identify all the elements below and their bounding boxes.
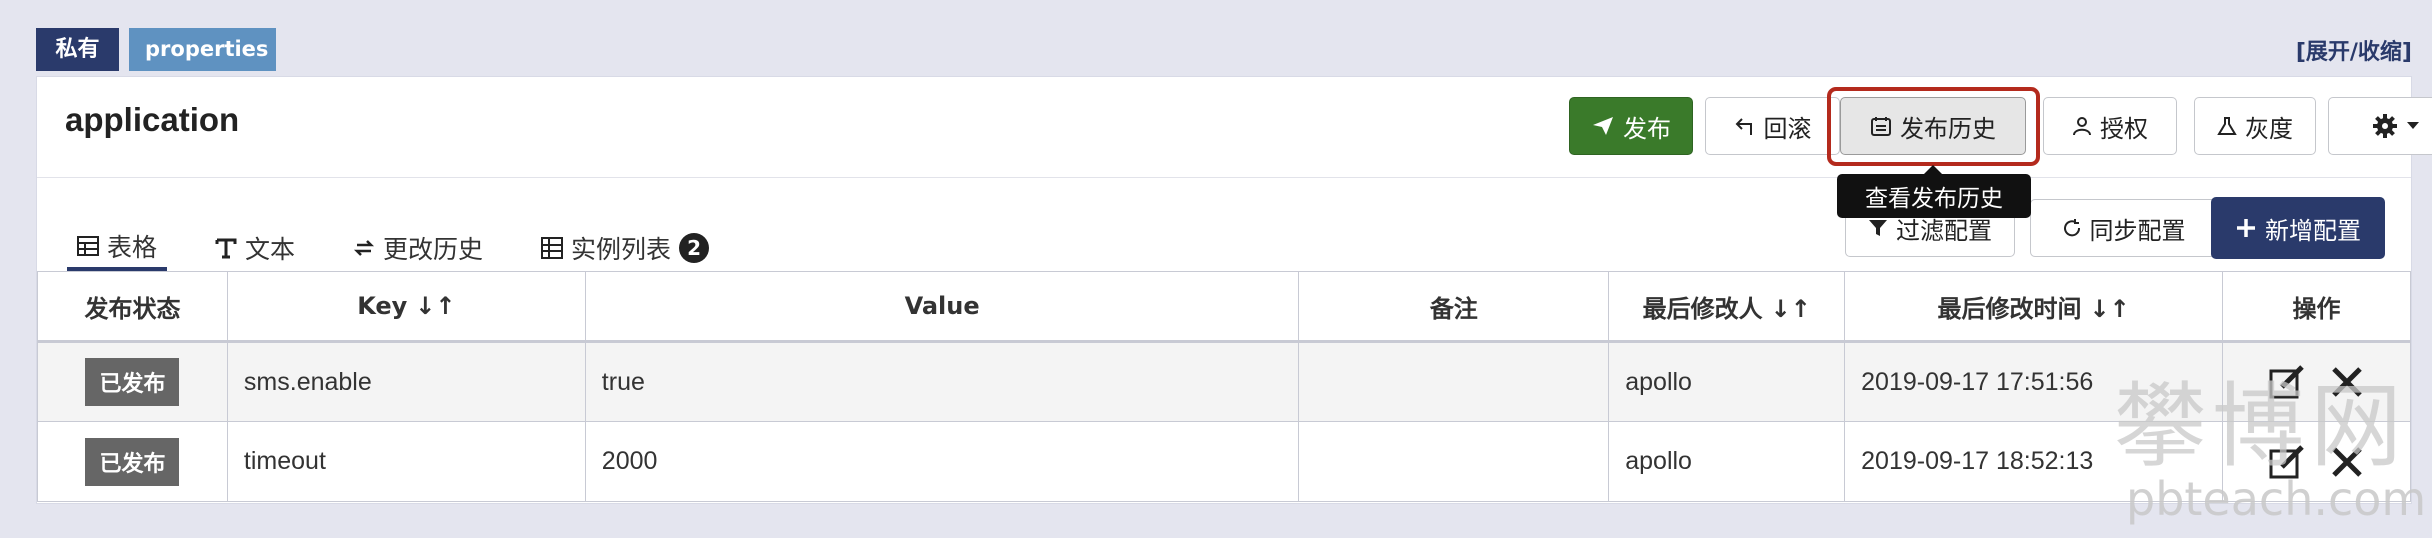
row-comment xyxy=(1298,421,1610,502)
authorize-label: 授权 xyxy=(2100,114,2148,143)
namespace-format-badge: properties xyxy=(129,28,276,71)
tab-change-history[interactable]: 更改历史 xyxy=(343,225,493,271)
flask-icon xyxy=(2217,117,2237,135)
table-row: 已发布 timeout 2000 apollo 2019-09-17 18:52… xyxy=(37,421,2412,502)
tab-table-label: 表格 xyxy=(107,233,158,262)
header-comment: 备注 xyxy=(1298,271,1610,343)
row-comment xyxy=(1298,341,1610,422)
header-modified-time[interactable]: 最后修改时间 ↓↑ xyxy=(1844,271,2223,343)
add-config-button[interactable]: 新增配置 xyxy=(2211,197,2385,259)
header-operation: 操作 xyxy=(2221,271,2412,343)
release-label: 发布 xyxy=(1623,114,1671,143)
namespace-scope-badge: 私有 xyxy=(36,28,119,71)
add-config-label: 新增配置 xyxy=(2265,216,2361,245)
authorize-button[interactable]: 授权 xyxy=(2043,97,2177,155)
header-modifier[interactable]: 最后修改人 ↓↑ xyxy=(1608,271,1846,343)
tab-table[interactable]: 表格 xyxy=(67,225,168,271)
sort-icon[interactable]: ↓↑ xyxy=(1771,295,1811,323)
plus-icon xyxy=(2237,219,2255,237)
rollback-icon xyxy=(1735,118,1752,135)
sort-icon[interactable]: ↓↑ xyxy=(2089,295,2129,323)
settings-dropdown-button[interactable] xyxy=(2328,97,2432,155)
header-status: 发布状态 xyxy=(37,271,228,343)
header-divider xyxy=(37,177,2411,178)
gear-icon xyxy=(2373,114,2397,138)
send-icon xyxy=(1593,117,1613,135)
sync-config-button[interactable]: 同步配置 xyxy=(2030,199,2217,257)
row-value: 2000 xyxy=(584,421,1300,502)
caret-down-icon xyxy=(2407,122,2419,129)
delete-icon[interactable] xyxy=(2330,445,2364,479)
table-header-row: 发布状态 Key ↓↑ Value 备注 最后修改人 ↓↑ 最后修改时间 ↓↑ 操作 xyxy=(37,271,2412,343)
edit-icon[interactable] xyxy=(2268,363,2306,401)
rollback-label: 回滚 xyxy=(1763,114,1812,143)
tab-change-history-label: 更改历史 xyxy=(383,235,484,264)
refresh-icon xyxy=(2063,219,2080,237)
text-icon xyxy=(215,238,237,259)
app-name-title: application xyxy=(65,101,240,138)
row-modifier: apollo xyxy=(1608,421,1846,502)
sync-config-label: 同步配置 xyxy=(2089,216,2186,245)
release-history-tooltip: 查看发布历史 xyxy=(1837,165,2031,218)
row-value: true xyxy=(584,341,1300,422)
sort-icon[interactable]: ↓↑ xyxy=(415,292,455,320)
calendar-icon xyxy=(1871,117,1891,136)
tab-instance-list-label: 实例列表 xyxy=(571,235,672,264)
status-badge: 已发布 xyxy=(85,437,180,486)
edit-icon[interactable] xyxy=(2268,443,2306,481)
view-tabs: 表格 文本 更改历史 实例列表 2 xyxy=(67,225,757,271)
release-history-button[interactable]: 发布历史 xyxy=(1840,97,2026,155)
release-history-label: 发布历史 xyxy=(1900,114,1996,143)
row-key: timeout xyxy=(226,421,586,502)
tab-instance-list[interactable]: 实例列表 2 xyxy=(531,225,719,271)
header-value: Value xyxy=(584,271,1300,343)
namespace-panel: application 发布 回滚 发布历史 授权 灰度 查看发布历史 表格 文… xyxy=(36,76,2432,504)
delete-icon[interactable] xyxy=(2330,365,2364,399)
header-key[interactable]: Key ↓↑ xyxy=(226,271,586,343)
config-table: 发布状态 Key ↓↑ Value 备注 最后修改人 ↓↑ 最后修改时间 ↓↑ 操作 … xyxy=(37,271,2412,502)
filter-icon xyxy=(1869,220,1887,236)
tab-text-label: 文本 xyxy=(245,235,296,264)
instance-count-badge: 2 xyxy=(679,233,710,263)
row-modified-time: 2019-09-17 17:51:56 xyxy=(1844,341,2223,422)
user-icon xyxy=(2073,117,2091,136)
release-button[interactable]: 发布 xyxy=(1569,97,1693,155)
row-key: sms.enable xyxy=(226,341,586,422)
tab-text[interactable]: 文本 xyxy=(205,225,305,271)
change-history-icon xyxy=(354,240,375,256)
gray-release-button[interactable]: 灰度 xyxy=(2194,97,2316,155)
table-icon xyxy=(77,236,99,256)
gray-release-label: 灰度 xyxy=(2245,114,2293,143)
instance-list-icon xyxy=(541,237,564,259)
expand-collapse-link[interactable]: [展开/收缩] xyxy=(2296,34,2412,66)
row-modified-time: 2019-09-17 18:52:13 xyxy=(1844,421,2223,502)
status-badge: 已发布 xyxy=(85,358,180,406)
rollback-button[interactable]: 回滚 xyxy=(1705,97,1840,155)
row-modifier: apollo xyxy=(1608,341,1846,422)
table-row: 已发布 sms.enable true apollo 2019-09-17 17… xyxy=(37,341,2412,422)
